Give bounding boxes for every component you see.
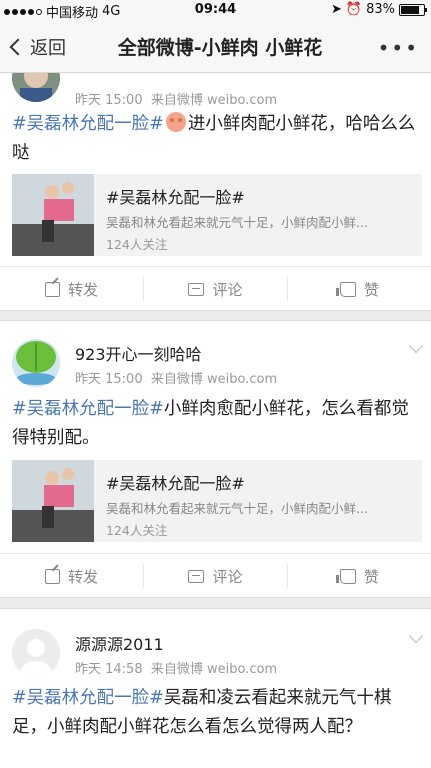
post-text: #吴磊林允配一脸#小鲜肉愈配小鲜花，怎么看都觉得特别配。 xyxy=(12,395,422,453)
location-icon: ➤ xyxy=(331,2,342,17)
forward-icon xyxy=(44,568,60,584)
page-title: 全部微博-小鲜肉 小鲜花 xyxy=(117,37,323,59)
forward-icon xyxy=(44,281,60,297)
avatar[interactable] xyxy=(12,629,60,677)
repost-followers: 124人关注 xyxy=(106,237,168,252)
post-card[interactable]: 923开心一刻哈哈 昨天 15:00 来自微博 weibo.com #吴磊林允配… xyxy=(0,320,431,598)
like-button[interactable]: 赞 xyxy=(288,564,431,588)
forward-button[interactable]: 转发 xyxy=(0,277,144,301)
post-card[interactable]: 昨天 15:00 来自微博 weibo.com #吴磊林允配一脸# 进小鲜肉配小鲜… xyxy=(0,73,431,311)
comment-icon xyxy=(188,569,205,583)
forward-button[interactable]: 转发 xyxy=(0,564,144,588)
comment-button[interactable]: 评论 xyxy=(144,277,288,301)
repost-card[interactable]: #吴磊林允配一脸# 吴磊和林允看起来就元气十足，小鲜肉配小鲜... 124人关注 xyxy=(12,174,422,256)
post-meta: 昨天 15:00 来自微博 weibo.com xyxy=(75,368,277,387)
post-time: 昨天 15:00 xyxy=(75,372,143,387)
chevron-down-icon[interactable] xyxy=(408,338,424,354)
post-time: 昨天 14:58 xyxy=(75,662,143,677)
navigation-bar: 返回 全部微博-小鲜肉 小鲜花 ••• xyxy=(0,20,431,73)
post-text: #吴磊林允配一脸#吴磊和凌云看起来就元气十棋足，小鲜肉配小鲜花怎么看怎么觉得两人… xyxy=(12,684,422,742)
post-source: 来自微博 weibo.com xyxy=(150,372,278,387)
hashtag-link[interactable]: #吴磊林允配一脸# xyxy=(12,399,164,419)
avatar[interactable] xyxy=(12,73,60,102)
comment-label: 评论 xyxy=(212,567,243,586)
post-source: 来自微博 weibo.com xyxy=(150,662,278,677)
action-bar: 转发 评论 赞 xyxy=(0,553,431,598)
alarm-icon: ⏰ xyxy=(345,2,363,17)
repost-title: #吴磊林允配一脸# xyxy=(106,188,245,207)
post-meta: 昨天 14:58 来自微博 weibo.com xyxy=(75,658,277,677)
hashtag-link[interactable]: #吴磊林允配一脸# xyxy=(12,688,164,708)
post-source: 来自微博 weibo.com xyxy=(150,93,278,108)
repost-thumbnail xyxy=(12,174,94,256)
comment-button[interactable]: 评论 xyxy=(144,564,288,588)
forward-label: 转发 xyxy=(67,280,98,299)
status-bar: 中国移动 4G 09:44 ➤ ⏰ 83% xyxy=(0,0,431,21)
back-button[interactable]: 返回 xyxy=(8,34,66,60)
action-bar: 转发 评论 赞 xyxy=(0,266,431,311)
user-name[interactable]: 源源源2011 xyxy=(75,631,164,655)
more-options-button[interactable]: ••• xyxy=(378,36,419,60)
status-right: ➤ ⏰ 83% xyxy=(331,2,427,17)
comment-label: 评论 xyxy=(212,280,243,299)
chevron-left-icon xyxy=(9,38,27,56)
hashtag-link[interactable]: #吴磊林允配一脸# xyxy=(12,114,164,134)
emoji-icon xyxy=(165,112,186,132)
battery-percent: 83% xyxy=(366,2,395,17)
like-button[interactable]: 赞 xyxy=(288,277,431,301)
thumbs-up-icon xyxy=(335,281,356,297)
repost-followers: 124人关注 xyxy=(106,523,168,538)
comment-icon xyxy=(188,282,205,296)
weibo-feed[interactable]: 昨天 15:00 来自微博 weibo.com #吴磊林允配一脸# 进小鲜肉配小鲜… xyxy=(0,73,431,768)
repost-card[interactable]: #吴磊林允配一脸# 吴磊和林允看起来就元气十足，小鲜肉配小鲜... 124人关注 xyxy=(12,460,422,542)
forward-label: 转发 xyxy=(67,567,98,586)
repost-thumbnail xyxy=(12,460,94,542)
back-label: 返回 xyxy=(30,38,66,59)
like-label: 赞 xyxy=(363,280,379,299)
post-text: #吴磊林允配一脸# 进小鲜肉配小鲜花，哈哈么么哒 xyxy=(12,110,422,168)
user-name[interactable]: 923开心一刻哈哈 xyxy=(75,341,202,365)
battery-icon xyxy=(399,3,427,16)
like-label: 赞 xyxy=(363,567,379,586)
post-time: 昨天 15:00 xyxy=(75,93,143,108)
repost-title: #吴磊林允配一脸# xyxy=(106,474,245,493)
repost-description: 吴磊和林允看起来就元气十足，小鲜肉配小鲜... xyxy=(106,501,368,516)
thumbs-up-icon xyxy=(335,568,356,584)
post-meta: 昨天 15:00 来自微博 weibo.com xyxy=(75,89,277,108)
default-avatar-icon xyxy=(12,629,60,677)
chevron-down-icon[interactable] xyxy=(408,628,424,644)
avatar-photo xyxy=(12,339,60,387)
avatar[interactable] xyxy=(12,339,60,387)
post-card[interactable]: 源源源2011 昨天 14:58 来自微博 weibo.com #吴磊林允配一脸… xyxy=(0,608,431,768)
repost-description: 吴磊和林允看起来就元气十足，小鲜肉配小鲜... xyxy=(106,215,368,230)
avatar-photo xyxy=(12,73,60,102)
